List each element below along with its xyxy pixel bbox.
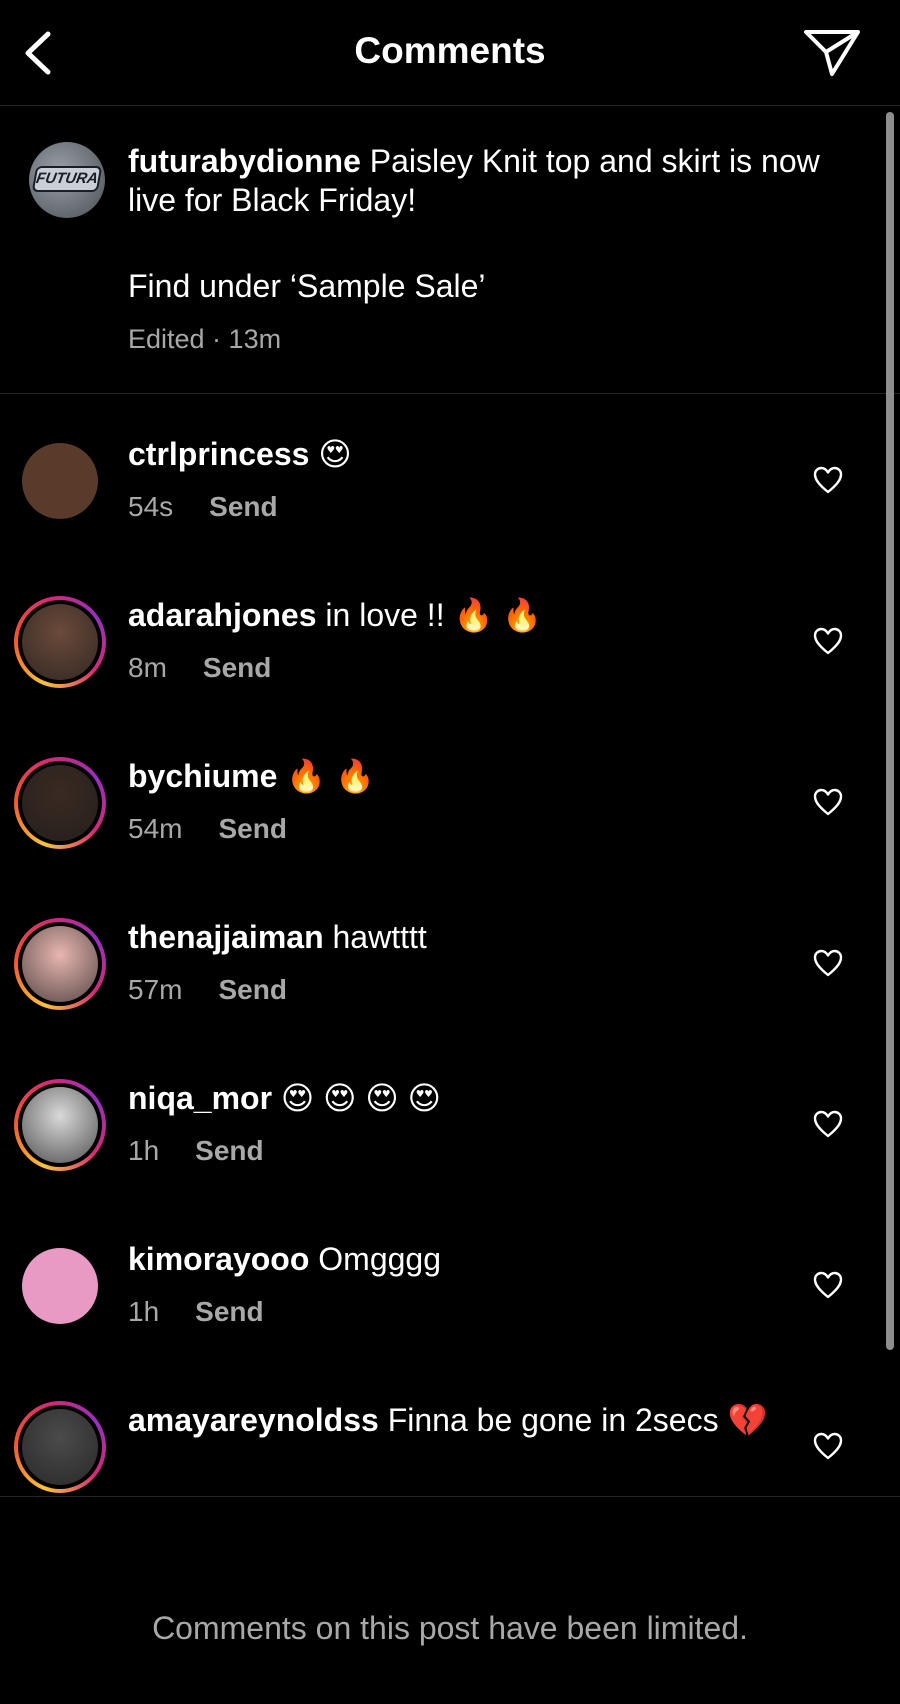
avatar-image [22,604,98,680]
comment-time: 54m [128,813,183,844]
comment-list: ctrlprincess 😍 54s Send adarahjones in love… [0,395,900,1497]
caption-text: futurabydionne Paisley Knit top and skir… [128,142,828,306]
avatar-image [22,1087,98,1163]
avatar-image [22,443,98,519]
send-button[interactable]: Send [195,1135,263,1166]
comment-body: Finna be gone in 2secs 💔 [387,1402,768,1438]
avatar-image [22,1409,98,1485]
heart-icon[interactable] [812,948,844,978]
comment-meta [128,1457,164,1489]
comment-time: 8m [128,652,167,683]
heart-icon[interactable] [812,1109,844,1139]
caption-username[interactable]: futurabydionne [128,143,361,179]
avatar[interactable] [14,596,106,688]
comment-body: 🔥 🔥 [286,758,375,794]
comment-row: niqa_mor 😍 😍 😍 😍 1h Send [0,1073,900,1234]
heart-icon[interactable] [812,465,844,495]
send-button[interactable]: Send [218,974,286,1005]
avatar[interactable] [14,435,106,527]
comment-text: bychiume 🔥 🔥 [128,757,778,796]
comment-body: 😍 😍 😍 😍 [280,1080,442,1116]
comment-username[interactable]: bychiume [128,758,277,794]
brand-logo: FUTURA [31,166,103,192]
caption-meta: Edited · 13m [128,324,282,354]
comment-meta: 1h Send [128,1296,264,1328]
comment-text: adarahjones in love !! 🔥 🔥 [128,596,778,635]
comment-row: bychiume 🔥 🔥 54m Send [0,751,900,912]
comment-row: adarahjones in love !! 🔥 🔥 8m Send [0,590,900,751]
paper-plane-icon[interactable] [802,26,862,78]
avatar-image [22,1248,98,1324]
comment-meta: 54s Send [128,491,278,523]
send-button[interactable]: Send [203,652,271,683]
send-button[interactable]: Send [209,491,277,522]
comment-row: thenajjaiman hawtttt 57m Send [0,912,900,1073]
heart-icon[interactable] [812,1431,844,1461]
post-caption: FUTURA futurabydionne Paisley Knit top a… [0,106,900,394]
comment-username[interactable]: amayareynoldss [128,1402,379,1438]
comment-text: niqa_mor 😍 😍 😍 😍 [128,1079,778,1118]
comment-time: 1h [128,1135,160,1166]
story-ring [18,1405,102,1489]
comment-row: ctrlprincess 😍 54s Send [0,429,900,590]
comment-row: kimorayooo Omgggg 1h Send [0,1234,900,1395]
header-bar: Comments [0,0,900,106]
comment-meta: 54m Send [128,813,287,845]
story-ring [18,922,102,1006]
comment-meta: 8m Send [128,652,271,684]
heart-icon[interactable] [812,787,844,817]
comment-text: kimorayooo Omgggg [128,1240,778,1279]
avatar[interactable] [14,1240,106,1332]
comment-body: 😍 [318,436,352,472]
avatar-image [22,765,98,841]
comment-username[interactable]: thenajjaiman [128,919,324,955]
comment-row: amayareynoldss Finna be gone in 2secs 💔 [0,1395,900,1497]
comment-time: 54s [128,491,174,522]
comment-time: 57m [128,974,183,1005]
comment-username[interactable]: adarahjones [128,597,317,633]
send-button[interactable]: Send [218,813,286,844]
caption-line2: Find under ‘Sample Sale’ [128,268,486,304]
divider [0,1496,900,1497]
avatar[interactable] [14,918,106,1010]
comment-username[interactable]: ctrlprincess [128,436,309,472]
comment-username[interactable]: kimorayooo [128,1241,309,1277]
story-ring [18,600,102,684]
comment-meta: 1h Send [128,1135,264,1167]
avatar[interactable] [14,1079,106,1171]
heart-icon[interactable] [812,1270,844,1300]
avatar-image [22,926,98,1002]
comments-limited-notice: Comments on this post have been limited. [152,1610,748,1646]
story-ring [18,761,102,845]
comment-username[interactable]: niqa_mor [128,1080,272,1116]
comment-body: in love !! 🔥 🔥 [325,597,543,633]
page-title: Comments [354,30,546,71]
comment-body: Omgggg [318,1241,441,1277]
avatar[interactable] [14,1401,106,1493]
avatar[interactable] [14,757,106,849]
scrollbar[interactable] [886,112,894,1350]
heart-icon[interactable] [812,626,844,656]
comment-time: 1h [128,1296,160,1327]
send-button[interactable]: Send [195,1296,263,1327]
story-ring [18,1083,102,1167]
comment-text: ctrlprincess 😍 [128,435,778,474]
comment-meta: 57m Send [128,974,287,1006]
comment-body: hawtttt [332,919,427,955]
comment-text: thenajjaiman hawtttt [128,918,778,957]
comment-text: amayareynoldss Finna be gone in 2secs 💔 [128,1401,778,1440]
caption-avatar[interactable]: FUTURA [29,142,105,218]
